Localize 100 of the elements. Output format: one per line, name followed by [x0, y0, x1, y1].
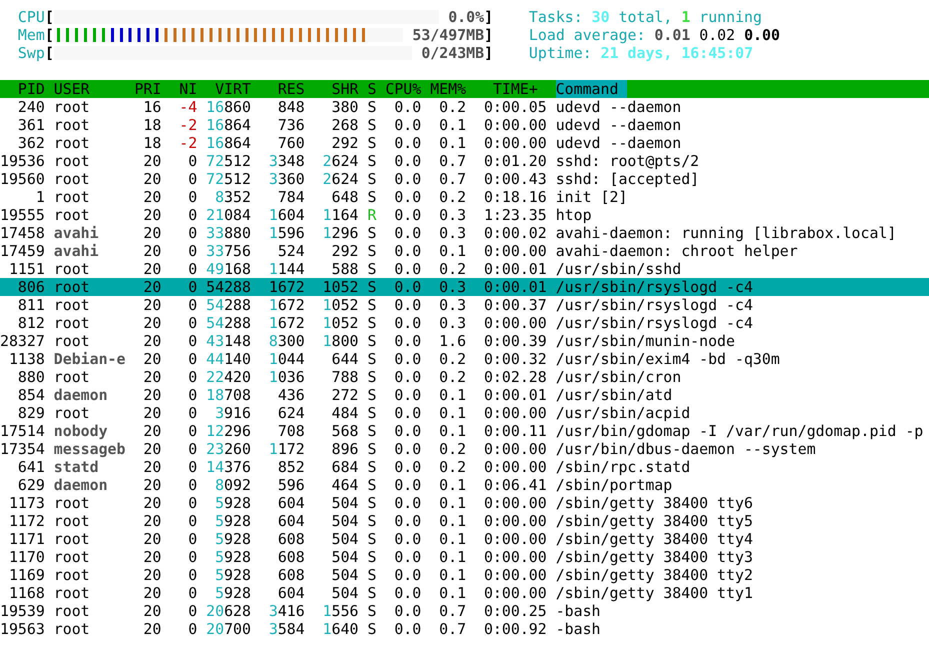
table-cell: 54288	[206, 278, 251, 296]
table-cell: /usr/sbin/cron	[556, 368, 682, 386]
table-cell: 0	[188, 422, 198, 440]
table-cell: 0	[188, 350, 198, 368]
process-row[interactable]: 811 root 20 0 54288 1672 1052 S 0.0 0.3 0:00.37 /usr/sbin/rsyslogd -c4	[0, 296, 929, 314]
table-cell: 0	[188, 458, 198, 476]
table-cell: 0:00.92	[484, 620, 547, 638]
process-row[interactable]: 629 daemon 20 0 8092 596 464 S 0.0 0.1 0:06.41 /sbin/portmap	[0, 476, 929, 494]
table-cell: 0.0	[394, 620, 422, 638]
process-row[interactable]: 1151 root 20 0 49168 1144 588 S 0.0 0.2 0:00.01 /usr/sbin/sshd	[0, 260, 929, 278]
process-row[interactable]: 1138 Debian-e 20 0 44140 1044 644 S 0.0 0.2 0:00.32 /usr/sbin/exim4 -bd -q30m	[0, 350, 929, 368]
table-cell: 20	[143, 620, 162, 638]
table-cell: root	[54, 368, 90, 386]
table-cell: /usr/sbin/munin-node	[556, 332, 735, 350]
process-row[interactable]: 641 statd 20 0 14376 852 684 S 0.0 0.2 0:00.00 /sbin/rpc.statd	[0, 458, 929, 476]
process-row[interactable]: 19555 root 20 0 21084 1604 1164 R 0.0 0.3 1:23.35 htop	[0, 206, 929, 224]
table-cell: S	[367, 134, 376, 152]
table-cell: 28327	[0, 332, 45, 350]
table-cell: 0.0	[394, 350, 422, 368]
process-row[interactable]: 19539 root 20 0 20628 3416 1556 S 0.0 0.7 0:00.25 -bash	[0, 602, 929, 620]
process-row[interactable]: 361 root 18 -2 16864 736 268 S 0.0 0.1 0:00.00 udevd --daemon	[0, 116, 929, 134]
column-header[interactable]: USER	[54, 80, 134, 98]
table-cell: /usr/sbin/rsyslogd -c4	[556, 296, 753, 314]
table-cell: 0.0	[394, 296, 422, 314]
table-cell: 708	[278, 422, 305, 440]
table-cell: 0:00.00	[484, 440, 547, 458]
table-cell: 760	[278, 134, 305, 152]
process-row[interactable]: 1169 root 20 0 5928 608 504 S 0.0 0.1 0:00.00 /sbin/getty 38400 tty2	[0, 566, 929, 584]
column-header[interactable]: SHR	[304, 80, 359, 98]
table-cell: 0	[188, 566, 198, 584]
process-row[interactable]: 17354 messageb 20 0 23260 1172 896 S 0.0 0.2 0:00.00 /usr/bin/dbus-daemon --system	[0, 440, 929, 458]
table-cell: 0.1	[439, 422, 466, 440]
table-cell: 806	[18, 278, 45, 296]
table-cell: /sbin/getty 38400 tty6	[556, 494, 753, 512]
process-row[interactable]: 19563 root 20 0 20700 3584 1640 S 0.0 0.7 0:00.92 -bash	[0, 620, 929, 638]
process-row[interactable]: 1171 root 20 0 5928 608 504 S 0.0 0.1 0:00.00 /sbin/getty 38400 tty4	[0, 530, 929, 548]
table-cell: 0.0	[394, 458, 422, 476]
table-cell: 0.0	[394, 548, 422, 566]
column-header[interactable]: RES	[250, 80, 305, 98]
meter-label: Swp	[18, 44, 45, 62]
column-header[interactable]: NI	[161, 80, 198, 98]
column-header[interactable]: VIRT	[197, 80, 251, 98]
process-row[interactable]: 19536 root 20 0 72512 3348 2624 S 0.0 0.7 0:01.20 sshd: root@pts/2	[0, 152, 929, 170]
process-row[interactable]: 362 root 18 -2 16864 760 292 S 0.0 0.1 0:00.00 udevd --daemon	[0, 134, 929, 152]
table-cell: root	[54, 566, 90, 584]
process-row[interactable]: 240 root 16 -4 16860 848 380 S 0.0 0.2 0:00.05 udevd --daemon	[0, 98, 929, 116]
summary-value: 21 days, 16:45:07	[600, 44, 754, 62]
process-row[interactable]: 1 root 20 0 8352 784 648 S 0.0 0.2 0:18.16 init [2]	[0, 188, 929, 206]
process-row[interactable]: 1170 root 20 0 5928 608 504 S 0.0 0.1 0:00.00 /sbin/getty 38400 tty3	[0, 548, 929, 566]
table-cell: 19539	[0, 602, 45, 620]
table-cell: 0:00.00	[484, 404, 547, 422]
process-row[interactable]: 854 daemon 20 0 18708 436 272 S 0.0 0.1 0:00.01 /usr/sbin/atd	[0, 386, 929, 404]
table-cell: root	[54, 548, 90, 566]
table-cell: 0.0	[394, 404, 422, 422]
process-row[interactable]: 17514 nobody 20 0 12296 708 568 S 0.0 0.1 0:00.11 /usr/bin/gdomap -I /var/run/gdomap.pid -p	[0, 422, 929, 440]
table-cell: 20	[143, 188, 162, 206]
process-row[interactable]: 28327 root 20 0 43148 8300 1800 S 0.0 1.6 0:00.39 /usr/sbin/munin-node	[0, 332, 929, 350]
process-row[interactable]: 17459 avahi 20 0 33756 524 292 S 0.0 0.1 0:00.00 avahi-daemon: chroot helper	[0, 242, 929, 260]
table-cell: 0	[188, 440, 198, 458]
process-row[interactable]: 880 root 20 0 22420 1036 788 S 0.0 0.2 0:02.28 /usr/sbin/cron	[0, 368, 929, 386]
table-cell: S	[367, 296, 376, 314]
table-cell: 504	[332, 512, 359, 530]
process-row[interactable]: 1172 root 20 0 5928 604 504 S 0.0 0.1 0:00.00 /sbin/getty 38400 tty5	[0, 512, 929, 530]
column-header[interactable]: CPU%	[376, 80, 422, 98]
table-cell: root	[54, 134, 90, 152]
process-row[interactable]: 1168 root 20 0 5928 604 504 S 0.0 0.1 0:00.00 /sbin/getty 38400 tty1	[0, 584, 929, 602]
table-cell: 0:00.00	[484, 548, 547, 566]
table-cell: 0:00.39	[484, 332, 547, 350]
column-header[interactable]: S	[367, 80, 376, 98]
table-cell: 17459	[0, 242, 45, 260]
table-cell: root	[54, 332, 90, 350]
table-cell: root	[54, 278, 90, 296]
meter-reading: 0/243MB	[421, 44, 484, 62]
table-cell: 788	[332, 368, 359, 386]
table-cell: 380	[332, 98, 359, 116]
table-cell: 0.3	[439, 224, 466, 242]
process-row[interactable]: 17458 avahi 20 0 33880 1596 1296 S 0.0 0.3 0:00.02 avahi-daemon: running [librabox.local]	[0, 224, 929, 242]
process-row[interactable]: 1173 root 20 0 5928 604 504 S 0.0 0.1 0:00.00 /sbin/getty 38400 tty6	[0, 494, 929, 512]
table-cell: 0	[188, 206, 198, 224]
process-row[interactable]: 829 root 20 0 3916 624 484 S 0.0 0.1 0:00.00 /usr/sbin/acpid	[0, 404, 929, 422]
table-cell: 1151	[8, 260, 45, 278]
table-cell: 784	[278, 188, 305, 206]
column-header[interactable]: PID	[0, 80, 45, 98]
table-cell: 0.0	[394, 422, 422, 440]
table-cell: 17458	[0, 224, 45, 242]
table-cell: 629	[18, 476, 45, 494]
column-header[interactable]: Command	[556, 80, 628, 98]
process-row[interactable]: 806 root 20 0 54288 1672 1052 S 0.0 0.3 0:00.01 /usr/sbin/rsyslogd -c4	[0, 278, 929, 296]
column-header[interactable]: MEM%	[421, 80, 466, 98]
table-cell: 736	[278, 116, 305, 134]
column-header[interactable]: TIME+	[466, 80, 547, 98]
table-cell: 0.0	[394, 242, 422, 260]
process-row[interactable]: 19560 root 20 0 72512 3360 2624 S 0.0 0.7 0:00.43 sshd: [accepted]	[0, 170, 929, 188]
table-cell: 436	[278, 386, 305, 404]
table-cell: 0:00.01	[484, 386, 547, 404]
table-cell: 20	[143, 566, 162, 584]
table-cell: 0.2	[439, 368, 466, 386]
table-cell: 0.1	[439, 584, 466, 602]
column-header[interactable]: PRI	[134, 80, 162, 98]
process-row[interactable]: 812 root 20 0 54288 1672 1052 S 0.0 0.3 0:00.00 /usr/sbin/rsyslogd -c4	[0, 314, 929, 332]
